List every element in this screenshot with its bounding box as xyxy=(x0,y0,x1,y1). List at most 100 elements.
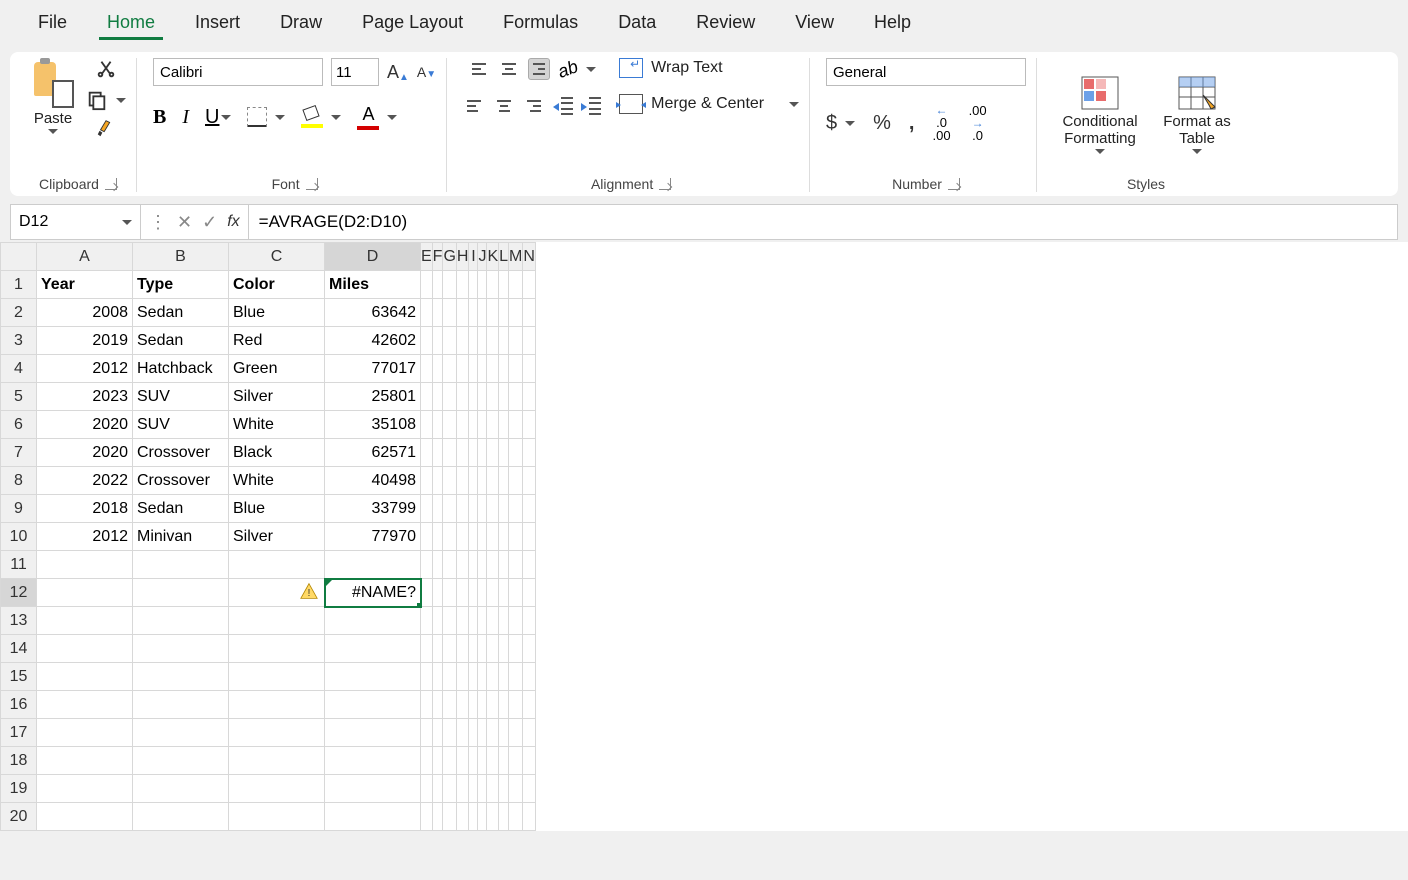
cell-L18[interactable] xyxy=(499,747,509,775)
launcher-icon[interactable] xyxy=(306,178,318,190)
launcher-icon[interactable] xyxy=(105,178,117,190)
font-name-select[interactable] xyxy=(153,58,323,86)
align-right-button[interactable] xyxy=(523,96,545,116)
cell-H17[interactable] xyxy=(456,719,469,747)
cell-E7[interactable] xyxy=(421,439,433,467)
select-all-corner[interactable] xyxy=(1,243,37,271)
cell-J5[interactable] xyxy=(478,383,487,411)
cell-K4[interactable] xyxy=(487,355,499,383)
cell-D18[interactable] xyxy=(325,747,421,775)
cell-E11[interactable] xyxy=(421,551,433,579)
comma-format-button[interactable]: , xyxy=(909,112,915,135)
cell-A9[interactable]: 2018 xyxy=(37,495,133,523)
cell-E12[interactable] xyxy=(421,579,433,607)
cell-F6[interactable] xyxy=(432,411,443,439)
decrease-font-button[interactable]: A▼ xyxy=(417,64,436,80)
cell-E1[interactable] xyxy=(421,271,433,299)
cell-A3[interactable]: 2019 xyxy=(37,327,133,355)
cell-M13[interactable] xyxy=(509,607,523,635)
cell-E6[interactable] xyxy=(421,411,433,439)
cell-I13[interactable] xyxy=(469,607,478,635)
cell-N5[interactable] xyxy=(523,383,536,411)
cell-K13[interactable] xyxy=(487,607,499,635)
cell-F4[interactable] xyxy=(432,355,443,383)
cell-B18[interactable] xyxy=(133,747,229,775)
cell-C2[interactable]: Blue xyxy=(229,299,325,327)
cell-K2[interactable] xyxy=(487,299,499,327)
cell-M18[interactable] xyxy=(509,747,523,775)
cell-N9[interactable] xyxy=(523,495,536,523)
cell-G15[interactable] xyxy=(443,663,456,691)
cell-C1[interactable]: Color xyxy=(229,271,325,299)
cell-D7[interactable]: 62571 xyxy=(325,439,421,467)
row-header-20[interactable]: 20 xyxy=(1,803,37,831)
cell-L10[interactable] xyxy=(499,523,509,551)
cell-B16[interactable] xyxy=(133,691,229,719)
cell-I3[interactable] xyxy=(469,327,478,355)
cell-G20[interactable] xyxy=(443,803,456,831)
cell-G18[interactable] xyxy=(443,747,456,775)
cell-C9[interactable]: Blue xyxy=(229,495,325,523)
fill-color-button[interactable] xyxy=(301,107,341,128)
row-header-17[interactable]: 17 xyxy=(1,719,37,747)
format-painter-button[interactable] xyxy=(95,117,117,142)
increase-decimal-button[interactable]: ←.0.00 xyxy=(932,104,950,142)
cell-I12[interactable] xyxy=(469,579,478,607)
cell-D12[interactable]: #NAME? xyxy=(325,579,421,607)
cell-F7[interactable] xyxy=(432,439,443,467)
column-header-B[interactable]: B xyxy=(133,243,229,271)
column-header-E[interactable]: E xyxy=(421,243,433,271)
cell-B20[interactable] xyxy=(133,803,229,831)
cell-E20[interactable] xyxy=(421,803,433,831)
cell-H9[interactable] xyxy=(456,495,469,523)
cell-F13[interactable] xyxy=(432,607,443,635)
cell-J14[interactable] xyxy=(478,635,487,663)
cell-M2[interactable] xyxy=(509,299,523,327)
cell-H16[interactable] xyxy=(456,691,469,719)
cell-H19[interactable] xyxy=(456,775,469,803)
cell-C19[interactable] xyxy=(229,775,325,803)
cell-E4[interactable] xyxy=(421,355,433,383)
cell-B14[interactable] xyxy=(133,635,229,663)
underline-button[interactable]: U xyxy=(205,106,231,129)
cell-I5[interactable] xyxy=(469,383,478,411)
merge-center-button[interactable]: Merge & Center xyxy=(619,94,799,114)
cell-K1[interactable] xyxy=(487,271,499,299)
cell-L3[interactable] xyxy=(499,327,509,355)
cell-D11[interactable] xyxy=(325,551,421,579)
cell-F18[interactable] xyxy=(432,747,443,775)
cell-J6[interactable] xyxy=(478,411,487,439)
cell-I10[interactable] xyxy=(469,523,478,551)
cell-N8[interactable] xyxy=(523,467,536,495)
enter-formula-button[interactable]: ✓ xyxy=(202,212,217,233)
cell-B17[interactable] xyxy=(133,719,229,747)
cell-E10[interactable] xyxy=(421,523,433,551)
cell-J10[interactable] xyxy=(478,523,487,551)
cell-K10[interactable] xyxy=(487,523,499,551)
increase-font-button[interactable]: A▲ xyxy=(387,62,409,83)
cell-C5[interactable]: Silver xyxy=(229,383,325,411)
formula-bar[interactable]: =AVRAGE(D2:D10) xyxy=(249,205,1397,239)
cut-button[interactable] xyxy=(95,58,117,83)
cell-J11[interactable] xyxy=(478,551,487,579)
cell-C18[interactable] xyxy=(229,747,325,775)
cell-C20[interactable] xyxy=(229,803,325,831)
cell-K16[interactable] xyxy=(487,691,499,719)
cell-J4[interactable] xyxy=(478,355,487,383)
cell-J13[interactable] xyxy=(478,607,487,635)
cell-N15[interactable] xyxy=(523,663,536,691)
cell-B10[interactable]: Minivan xyxy=(133,523,229,551)
cell-B13[interactable] xyxy=(133,607,229,635)
cell-D3[interactable]: 42602 xyxy=(325,327,421,355)
cell-G6[interactable] xyxy=(443,411,456,439)
cell-G19[interactable] xyxy=(443,775,456,803)
column-header-H[interactable]: H xyxy=(456,243,469,271)
cell-N10[interactable] xyxy=(523,523,536,551)
row-header-14[interactable]: 14 xyxy=(1,635,37,663)
cell-A19[interactable] xyxy=(37,775,133,803)
cell-A16[interactable] xyxy=(37,691,133,719)
cell-B8[interactable]: Crossover xyxy=(133,467,229,495)
cell-D10[interactable]: 77970 xyxy=(325,523,421,551)
cell-L13[interactable] xyxy=(499,607,509,635)
accounting-format-button[interactable]: $ xyxy=(826,112,855,135)
